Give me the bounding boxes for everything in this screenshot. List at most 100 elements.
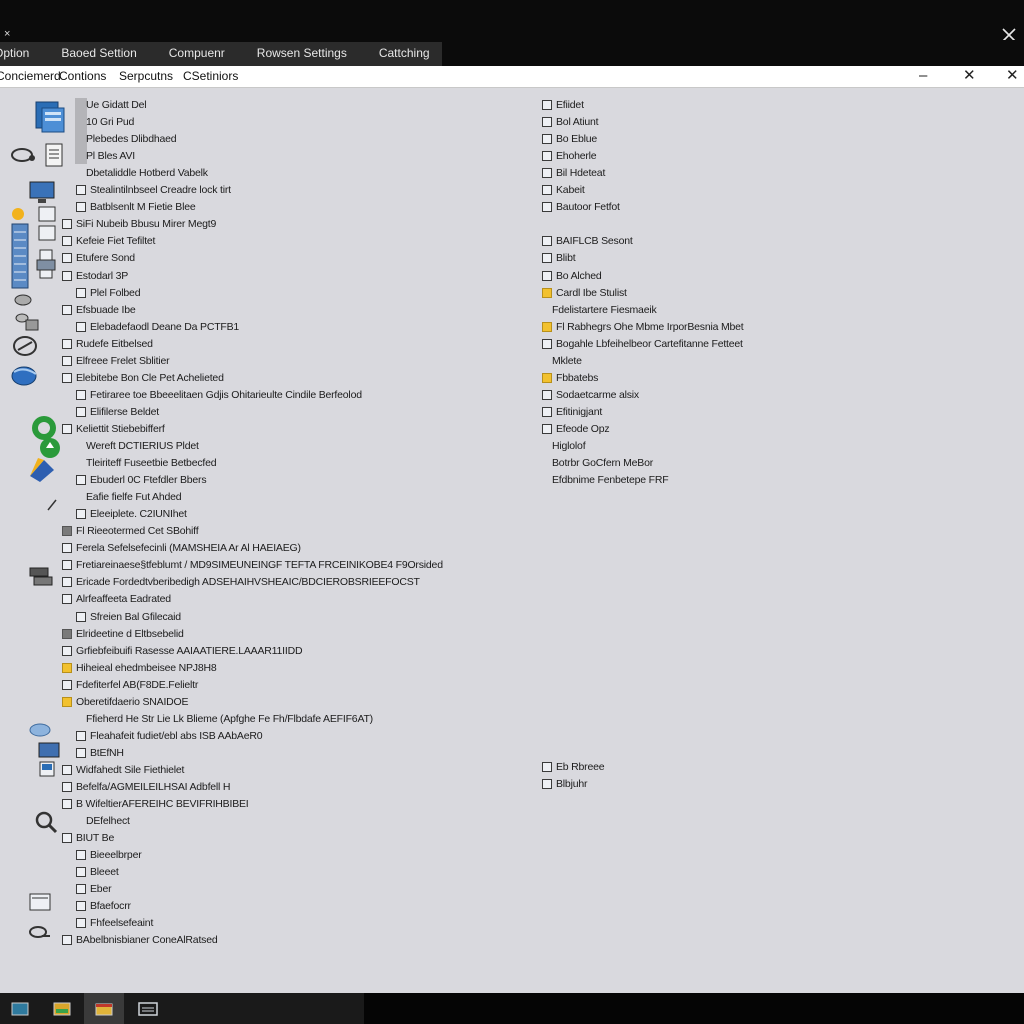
checkbox-icon[interactable] (62, 833, 72, 844)
checkbox-icon[interactable] (542, 134, 552, 145)
tree-item[interactable]: Bogahle Lbfeihelbeor Cartefitanne Fettee… (542, 337, 743, 351)
tree-item[interactable]: 10 Gri Pud (76, 115, 134, 129)
tree-item[interactable]: Estodarl 3P (62, 269, 128, 283)
checkbox-icon[interactable] (542, 151, 552, 162)
checkbox-icon[interactable] (62, 423, 72, 434)
checkbox-icon[interactable] (62, 560, 72, 571)
checkbox-icon[interactable] (76, 389, 86, 400)
checkbox-icon[interactable] (76, 406, 86, 417)
menu-item-serpcutns[interactable]: Serpcutns (119, 69, 173, 83)
checkbox-icon[interactable] (76, 918, 86, 929)
taskbar-app-computer[interactable] (128, 993, 168, 1024)
checkbox-icon[interactable] (542, 202, 552, 213)
tree-item[interactable]: Ue Gidatt Del (76, 98, 147, 112)
tree-item[interactable]: Fbbatebs (542, 371, 598, 385)
menu-item-csetiniors[interactable]: CSetiniors (183, 69, 238, 83)
tree-item[interactable]: Efiidet (542, 98, 584, 112)
tree-item[interactable] (542, 217, 552, 231)
tree-item[interactable]: Plebedes Dlibdhaed (76, 132, 177, 146)
checkbox-icon[interactable] (62, 355, 72, 366)
tab-3[interactable]: Rowsen Settings (237, 42, 359, 66)
checkbox-icon[interactable] (542, 168, 552, 179)
tree-item[interactable]: BtEfNH (76, 746, 124, 760)
tree-item[interactable]: Batblsenlt M Fietie Blee (76, 200, 196, 214)
tree-item[interactable]: Eber (76, 882, 112, 896)
tree-item[interactable]: Blibt (542, 251, 576, 265)
checkbox-icon[interactable] (62, 253, 72, 264)
tree-item[interactable]: Higlolof (542, 439, 586, 453)
tree-item[interactable]: Mklete (542, 354, 582, 368)
folder-icon[interactable] (542, 321, 552, 332)
tree-item[interactable]: Ericade Fordedtvberibedigh ADSEHAIHVSHEA… (62, 575, 420, 589)
checkbox-icon[interactable] (542, 236, 552, 247)
tree-item[interactable]: SiFi Nubeib Bbusu Mirer Megt9 (62, 217, 216, 231)
checkbox-icon[interactable] (542, 117, 552, 128)
tree-item[interactable]: Dbetaliddle Hotberd Vabelk (76, 166, 208, 180)
checkbox-icon[interactable] (542, 406, 552, 417)
tree-item[interactable]: Ferela Sefelsefecinli (MAMSHEIA Ar Al HA… (62, 541, 301, 555)
checkbox-icon[interactable] (62, 935, 72, 946)
tree-item[interactable]: Pl Bles AVI (76, 149, 135, 163)
tree-item[interactable]: BAbelbnisbianer ConeAlRatsed (62, 933, 218, 947)
checkbox-icon[interactable] (62, 270, 72, 281)
checkbox-icon[interactable] (542, 270, 552, 281)
checkbox-icon[interactable] (62, 782, 72, 792)
tree-item[interactable]: Tleiriteff Fuseetbie Betbecfed (76, 456, 217, 470)
checkbox-icon[interactable] (76, 850, 86, 861)
checkbox-icon[interactable] (62, 799, 72, 810)
tree-item[interactable]: Fl Rabhegrs Ohe Mbme IrporBesnia Mbet (542, 320, 744, 334)
tree-item[interactable]: Ebuderl 0C Ftefdler Bbers (76, 473, 207, 487)
checkbox-icon[interactable] (76, 509, 86, 520)
tree-item[interactable]: Elebitebe Bon Cle Pet Achelieted (62, 371, 224, 385)
checkbox-icon[interactable] (542, 338, 552, 349)
tab-1[interactable]: Baoed Settion (41, 42, 148, 66)
taskbar-app-explorer[interactable] (0, 993, 40, 1024)
tree-item[interactable]: Bieeelbrper (76, 848, 142, 862)
tree-item[interactable]: BAIFLCB Sesont (542, 234, 633, 248)
menu-item-conciemerd[interactable]: Conciemerd (0, 69, 61, 83)
checkbox-icon[interactable] (62, 543, 72, 554)
checkbox-icon[interactable] (62, 577, 72, 588)
checkbox-icon[interactable] (76, 747, 86, 758)
tree-item[interactable]: Eafie fielfe Fut Ahded (76, 490, 182, 504)
maximize-button[interactable]: ✕ (963, 66, 976, 86)
tree-item[interactable]: Bleeet (76, 865, 119, 879)
tree-item[interactable]: Bo Alched (542, 269, 602, 283)
tree-item[interactable]: Fetiraree toe Bbeeelitaen Gdjis Ohitarie… (76, 388, 362, 402)
tree-item[interactable]: Elebadefaodl Deane Da PCTFB1 (76, 320, 239, 334)
tree-item[interactable]: Efsbuade Ibe (62, 303, 136, 317)
tree-item[interactable]: Keliettit Stiebebifferf (62, 422, 165, 436)
checkbox-icon[interactable] (542, 423, 552, 434)
tree-item[interactable]: Kefeie Fiet Tefiltet (62, 234, 155, 248)
menu-item-contions[interactable]: Contions (59, 69, 106, 83)
tree-item[interactable]: Bfaefocrr (76, 899, 131, 913)
checkbox-icon[interactable] (76, 321, 86, 332)
checkbox-icon[interactable] (62, 764, 72, 775)
tree-item[interactable]: Elfreee Frelet Sblitier (62, 354, 170, 368)
tree-item[interactable]: Blbjuhr (542, 777, 587, 791)
tree-item[interactable]: Efdbnime Fenbetepe FRF (542, 473, 669, 487)
tab-4[interactable]: Cattching (359, 42, 442, 66)
checkbox-icon[interactable] (62, 219, 72, 230)
tab-0[interactable]: Option (0, 42, 41, 66)
tree-item[interactable]: Bo Eblue (542, 132, 597, 146)
checkbox-icon[interactable] (542, 185, 552, 196)
close-button[interactable]: ✕ (1006, 66, 1019, 86)
tab-2[interactable]: Compuenr (149, 42, 237, 66)
checkbox-icon[interactable] (62, 304, 72, 315)
tree-item[interactable]: Sfreien Bal Gfilecaid (76, 610, 181, 624)
tree-item[interactable]: Grfiebfeibuifi Rasesse AAIAATIERE.LAAAR1… (62, 644, 303, 658)
tree-item[interactable]: Bil Hdeteat (542, 166, 605, 180)
tree-item[interactable]: Befelfa/AGMEILEILHSAI Adbfell H (62, 780, 230, 794)
tree-item[interactable]: Fl Rieeotermed Cet SBohiff (62, 524, 199, 538)
tree-item[interactable]: Elrideetine d Eltbsebelid (62, 627, 184, 641)
checkbox-icon[interactable] (62, 526, 72, 537)
checkbox-icon[interactable] (76, 901, 86, 912)
checkbox-icon[interactable] (76, 202, 86, 213)
tree-item[interactable]: Fhfeelsefeaint (76, 916, 153, 930)
checkbox-icon[interactable] (542, 779, 552, 790)
checkbox-icon[interactable] (76, 475, 86, 486)
checkbox-icon[interactable] (62, 236, 72, 247)
checkbox-icon[interactable] (76, 867, 86, 878)
tree-item[interactable]: BIUT Be (62, 831, 114, 845)
